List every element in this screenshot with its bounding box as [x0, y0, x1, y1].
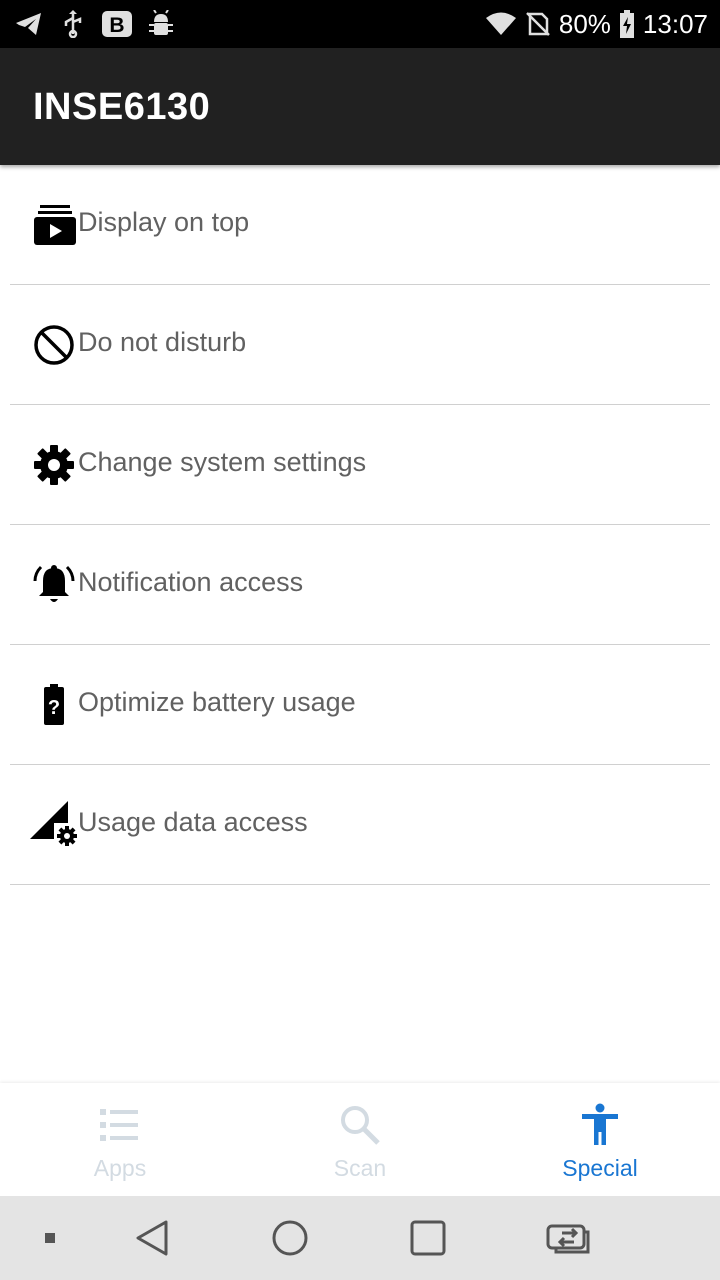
- list-item-usage-data-access[interactable]: Usage data access: [10, 765, 710, 885]
- notification-bell-icon: [33, 565, 75, 602]
- battery-unknown-icon: ?: [44, 684, 64, 725]
- recents-icon[interactable]: [398, 1214, 458, 1262]
- do-not-disturb-icon: [34, 325, 74, 365]
- usb-icon: [64, 10, 82, 38]
- list-item-label: Optimize battery usage: [78, 687, 356, 717]
- battery-percent: 80%: [558, 8, 611, 39]
- home-icon[interactable]: [260, 1214, 320, 1262]
- gear-icon: [34, 445, 74, 485]
- switch-apps-icon[interactable]: [538, 1214, 598, 1262]
- app-title: INSE6130: [33, 86, 211, 128]
- nav-label-scan: Scan: [333, 1155, 387, 1181]
- nav-label-apps: Apps: [93, 1155, 147, 1181]
- list-item-notification-access[interactable]: Notification access: [10, 525, 710, 645]
- list-item-label: Display on top: [78, 207, 250, 237]
- signal-settings-icon: [30, 801, 77, 846]
- display-on-top-icon: [34, 205, 76, 245]
- list-item-label: Do not disturb: [78, 327, 247, 357]
- clock: 13:07: [642, 8, 708, 39]
- list-item-display-on-top[interactable]: Display on top: [10, 165, 710, 285]
- svg-text:?: ?: [48, 697, 60, 719]
- special-access-list: Display on top Do not disturb Change sys…: [0, 165, 720, 885]
- nav-label-special: Special: [562, 1155, 638, 1181]
- telegram-icon: [16, 13, 41, 35]
- list-item-label: Change system settings: [78, 447, 367, 477]
- system-navigation-bar: [0, 1196, 720, 1280]
- android-debug-icon: [149, 10, 173, 35]
- list-item-change-system-settings[interactable]: Change system settings: [10, 405, 710, 525]
- nav-item-apps[interactable]: Apps: [0, 1083, 240, 1196]
- nav-item-scan[interactable]: Scan: [240, 1083, 480, 1196]
- list-item-optimize-battery[interactable]: ? Optimize battery usage: [10, 645, 710, 765]
- wifi-icon: [485, 12, 516, 35]
- list-item-label: Notification access: [78, 567, 304, 597]
- status-bar: B 80% 13:07: [0, 0, 720, 48]
- app-bar: INSE6130: [0, 48, 720, 165]
- accessibility-icon: [582, 1103, 618, 1145]
- list-icon: [100, 1109, 138, 1141]
- list-item-label: Usage data access: [78, 807, 308, 837]
- status-right: 80% 13:07: [485, 0, 708, 48]
- bottom-navigation: Apps Scan Special: [0, 1083, 720, 1196]
- list-item-do-not-disturb[interactable]: Do not disturb: [10, 285, 710, 405]
- back-icon[interactable]: [122, 1214, 182, 1262]
- battery-charging-icon: [619, 10, 634, 38]
- notification-dot[interactable]: [20, 1214, 80, 1262]
- nav-item-special[interactable]: Special: [480, 1083, 720, 1196]
- svg-text:B: B: [109, 14, 124, 37]
- b-app-icon: B: [102, 11, 132, 37]
- no-sim-icon: [525, 12, 550, 36]
- search-icon: [341, 1106, 380, 1145]
